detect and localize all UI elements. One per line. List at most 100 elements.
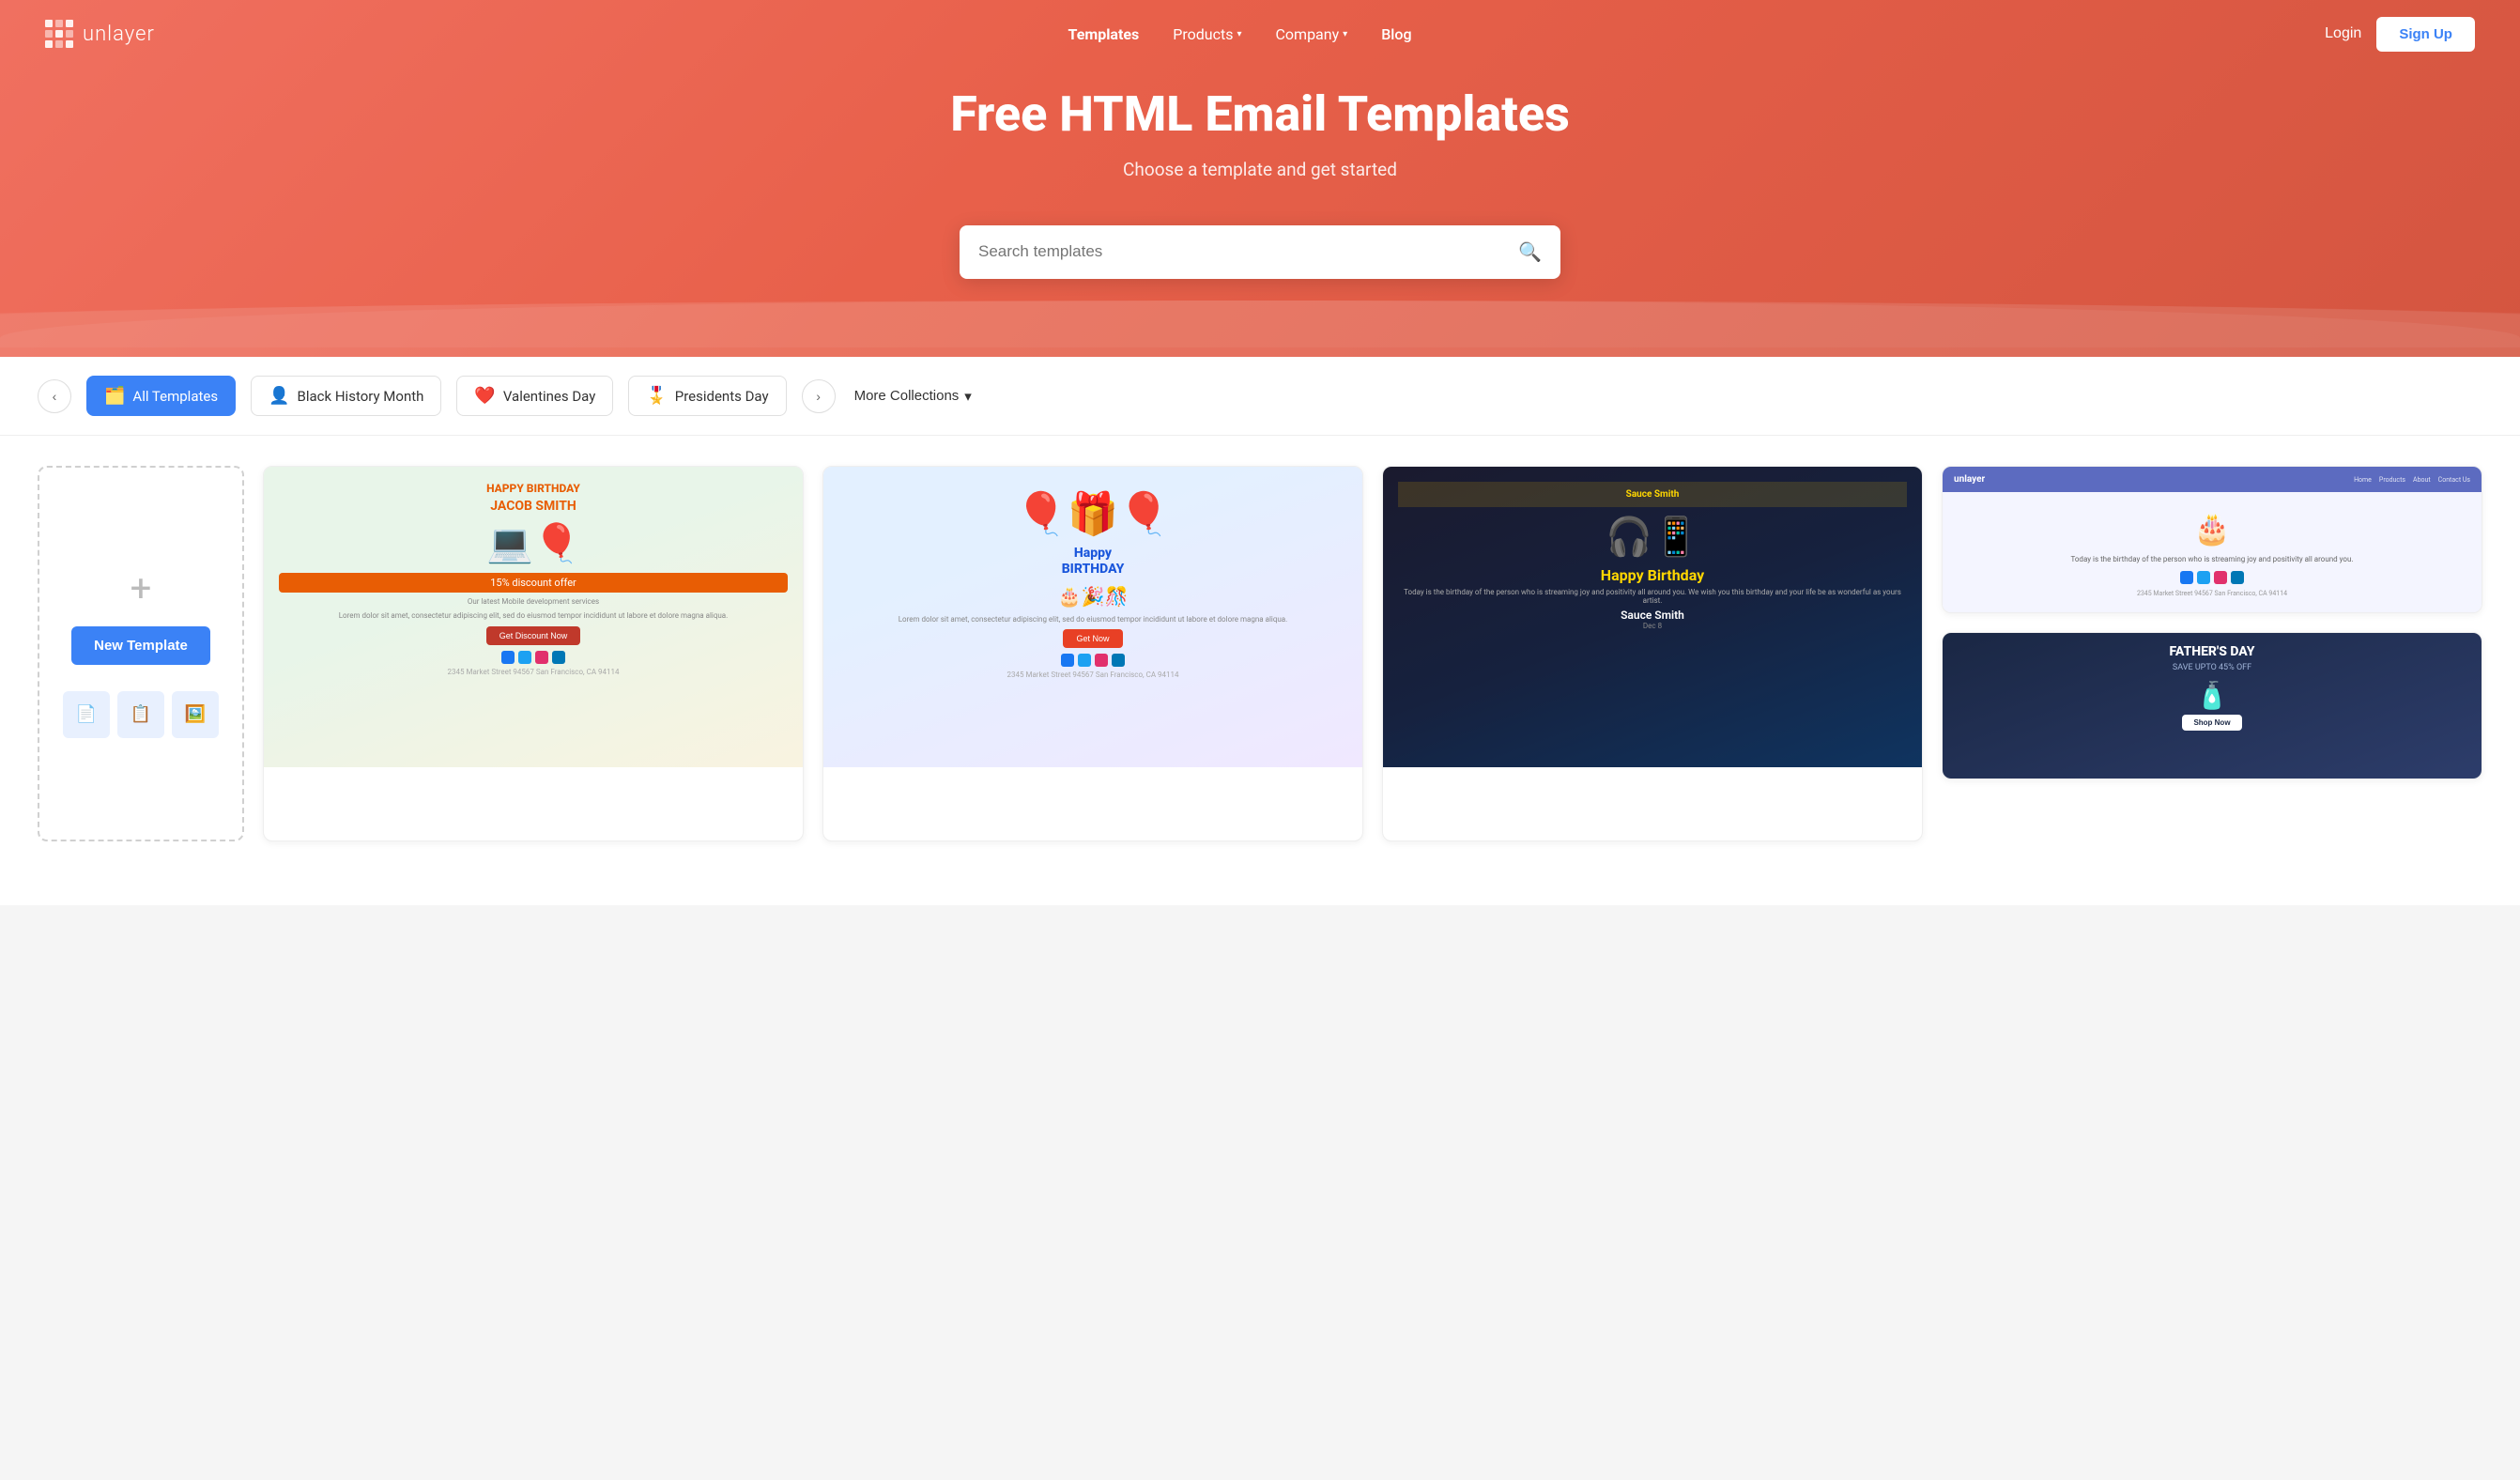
bday2-title: Happy BIRTHDAY [838,546,1347,578]
bday1-name: JACOB SMITH [279,499,788,514]
bday2-social-links [838,654,1347,667]
logo[interactable]: unlayer [45,20,155,48]
bday1-cta-button[interactable]: Get Discount Now [486,626,581,645]
fday-illustration: 🧴 [1954,680,2470,711]
template-column-4: Premium unlayer Home Products About Cont… [1942,466,2482,841]
search-bar: 🔍 [960,225,1560,279]
card4-social [1954,571,2470,584]
bday1-offer-sub: Our latest Mobile development services [279,596,788,607]
login-button[interactable]: Login [2325,25,2361,42]
twitter-icon [518,651,531,664]
bday3-name: Sauce Smith [1398,609,1907,622]
bday3-illustration: 🎧📱 [1398,515,1907,559]
nav-link-company[interactable]: Company ▾ [1276,25,1348,43]
logo-icon [45,20,73,48]
template-card-bday1[interactable]: Premium HAPPY BIRTHDAY JACOB SMITH 💻🎈 15… [263,466,804,841]
navbar: unlayer Templates Products ▾ Company ▾ B… [0,0,2520,68]
signup-button[interactable]: Sign Up [2376,17,2475,52]
doc-icon-1: 📄 [63,691,110,738]
card4-body: 🎂 Today is the birthday of the person wh… [1943,492,2482,609]
card4-facebook-icon [2180,571,2193,584]
bday2-cta-button[interactable]: Get Now [1063,629,1122,648]
search-input[interactable] [978,242,1518,261]
fday-save-text: SAVE UPTO 45% OFF [1954,663,2470,672]
template-preview-bday1: HAPPY BIRTHDAY JACOB SMITH 💻🎈 15% discou… [264,467,803,767]
chevron-left-icon: ‹ [53,389,57,404]
template-card-fathersday[interactable]: FATHER'S DAY SAVE UPTO 45% OFF 🧴 Shop No… [1942,632,2482,779]
company-dropdown-arrow: ▾ [1343,29,1347,39]
search-icon: 🔍 [1518,242,1542,263]
bday1-offer: 15% discount offer [279,573,788,593]
bday3-artist-band: Sauce Smith [1398,482,1907,507]
template-grid: + New Template 📄 📋 🖼️ Premium HAPPY BIRT… [38,466,2482,841]
bday2-balloons: 🎈🎁🎈 [838,489,1347,538]
new-template-card[interactable]: + New Template 📄 📋 🖼️ [38,466,244,841]
bday2-emoji: 🎂🎉🎊 [838,585,1347,608]
template-preview-bday3: Sauce Smith 🎧📱 Happy Birthday Today is t… [1383,467,1922,767]
bday2-facebook-icon [1061,654,1074,667]
card4-instagram-icon [2214,571,2227,584]
doc-icon-2: 📋 [117,691,164,738]
bday1-social-links [279,651,788,664]
nav-links: Templates Products ▾ Company ▾ Blog [1068,25,1412,43]
bday1-title: HAPPY BIRTHDAY [279,482,788,495]
presidents-icon: 🎖️ [646,386,667,406]
facebook-icon [501,651,515,664]
bday2-footer: 2345 Market Street 94567 San Francisco, … [838,671,1347,679]
nav-link-templates[interactable]: Templates [1068,25,1140,43]
filter-chip-all[interactable]: 🗂️ All Templates [86,376,236,416]
filter-chip-presidents[interactable]: 🎖️ Presidents Day [628,376,786,416]
more-collections-button[interactable]: More Collections ▾ [851,378,976,414]
template-preview-bday2: 🎈🎁🎈 Happy BIRTHDAY 🎂🎉🎊 Lorem dolor sit a… [823,467,1362,767]
instagram-icon [535,651,548,664]
filter-next-button[interactable]: › [802,379,836,413]
bday3-date: Dec 8 [1398,622,1907,630]
nav-link-blog[interactable]: Blog [1381,25,1411,43]
bday3-title: Happy Birthday [1398,566,1907,584]
filter-chip-vday[interactable]: ❤️ Valentines Day [456,376,613,416]
template-preview-fathersday: FATHER'S DAY SAVE UPTO 45% OFF 🧴 Shop No… [1943,633,2482,779]
search-button[interactable]: 🔍 [1518,240,1542,264]
card4-linkedin-icon [2231,571,2244,584]
fday-shop-button[interactable]: Shop Now [2182,715,2241,731]
hero-subtitle: Choose a template and get started [1123,159,1397,180]
nav-link-products[interactable]: Products ▾ [1173,25,1241,43]
bday2-instagram-icon [1095,654,1108,667]
bhm-icon: 👤 [269,386,289,406]
template-preview-card4: unlayer Home Products About Contact Us 🎂… [1943,467,2482,612]
new-template-decorations: 📄 📋 🖼️ [63,691,219,738]
nav-actions: Login Sign Up [2325,17,2475,52]
hero-waves [0,282,2520,357]
bday1-footer: 2345 Market Street 94567 San Francisco, … [279,668,788,676]
card4-cake-icon: 🎂 [1954,511,2470,547]
bday2-twitter-icon [1078,654,1091,667]
bday3-body: Today is the birthday of the person who … [1398,588,1907,605]
template-card-card4[interactable]: Premium unlayer Home Products About Cont… [1942,466,2482,613]
chevron-right-icon: › [816,389,821,404]
card4-text: Today is the birthday of the person who … [1954,554,2470,565]
plus-icon: + [131,570,152,608]
new-template-button[interactable]: New Template [71,626,210,665]
template-section: + New Template 📄 📋 🖼️ Premium HAPPY BIRT… [0,436,2520,905]
filter-bar: ‹ 🗂️ All Templates 👤 Black History Month… [0,357,2520,436]
filter-chip-bhm[interactable]: 👤 Black History Month [251,376,441,416]
card4-header: unlayer Home Products About Contact Us [1943,467,2482,492]
bday2-body: Lorem dolor sit amet, consectetur adipis… [838,615,1347,624]
valentines-icon: ❤️ [474,386,495,406]
bday1-illustration: 💻🎈 [279,521,788,565]
bday1-body: Lorem dolor sit amet, consectetur adipis… [279,610,788,621]
template-card-bday3[interactable]: Premium Sauce Smith 🎧📱 Happy Birthday To… [1382,466,1923,841]
filter-prev-button[interactable]: ‹ [38,379,71,413]
hero-title: Free HTML Email Templates [950,87,1570,141]
fday-title: FATHER'S DAY [1954,644,2470,659]
linkedin-icon [552,651,565,664]
card4-address: 2345 Market Street 94567 San Francisco, … [1954,590,2470,597]
template-card-bday2[interactable]: Premium 🎈🎁🎈 Happy BIRTHDAY 🎂🎉🎊 Lorem dol… [822,466,1363,841]
products-dropdown-arrow: ▾ [1237,29,1241,39]
more-collections-chevron-icon: ▾ [964,388,972,405]
doc-icon-3: 🖼️ [172,691,219,738]
logo-text: unlayer [83,23,155,46]
card4-twitter-icon [2197,571,2210,584]
bday2-linkedin-icon [1112,654,1125,667]
all-templates-icon: 🗂️ [104,386,125,406]
